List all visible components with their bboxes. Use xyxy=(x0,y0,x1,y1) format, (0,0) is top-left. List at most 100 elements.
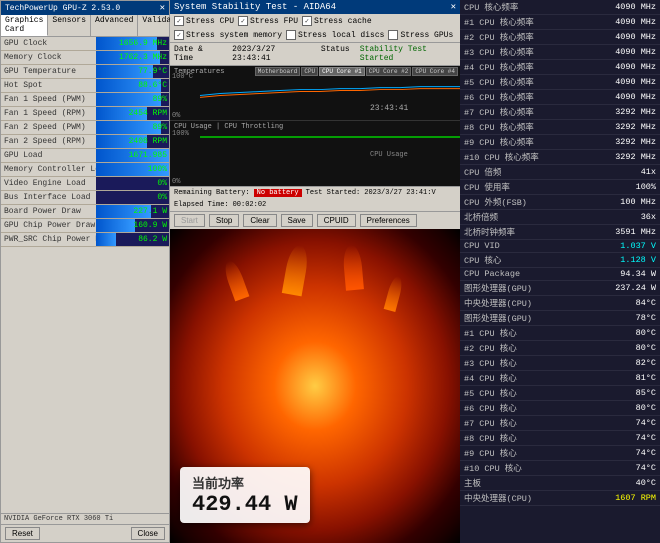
gpu-row-bar: 227.1 W xyxy=(96,205,169,218)
action-buttons: Start Stop Clear Save CPUID Preferences xyxy=(170,211,460,229)
tab-sensors[interactable]: Sensors xyxy=(48,15,91,36)
right-row-value: 100 MHz xyxy=(620,197,656,207)
gpu-row-bar: 2408 RPM xyxy=(96,135,169,148)
stress-checkbox[interactable] xyxy=(388,30,398,40)
right-row-value: 4090 MHz xyxy=(615,2,656,12)
right-info-row: 中央处理器(CPU) 1607 RPM xyxy=(460,491,660,506)
svg-text:0%: 0% xyxy=(172,178,181,186)
temp-tab-core1[interactable]: CPU Core #1 xyxy=(319,67,365,76)
stress-checkbox[interactable] xyxy=(174,16,184,26)
right-row-value: 4090 MHz xyxy=(615,62,656,72)
tab-advanced[interactable]: Advanced xyxy=(91,15,138,36)
right-row-value: 80°C xyxy=(636,403,656,413)
right-row-label: CPU VID xyxy=(464,241,500,251)
stress-label: Stress CPU xyxy=(186,17,234,26)
right-row-value: 74°C xyxy=(636,463,656,473)
fire-image-area: 当前功率 429.44 W xyxy=(170,229,460,543)
right-info-row: #5 CPU 核心频率 4090 MHz xyxy=(460,75,660,90)
gpu-row-bar: 0% xyxy=(96,191,169,204)
temp-tab-core2[interactable]: CPU Core #2 xyxy=(366,67,412,76)
gpu-row: Memory Controller Load 100% xyxy=(1,163,169,177)
gpu-row: Video Engine Load 0% xyxy=(1,177,169,191)
gpu-row: Memory Clock 1762.3 MHz xyxy=(1,51,169,65)
gpu-z-tabs: Graphics Card Sensors Advanced Validatio… xyxy=(1,15,169,37)
temp-tab-mb[interactable]: Motherboard xyxy=(255,67,301,76)
action-btn-cpuid[interactable]: CPUID xyxy=(317,214,356,227)
gpu-row-bar: 2454 RPM xyxy=(96,107,169,120)
stress-item: Stress CPU xyxy=(174,16,234,26)
right-row-value: 81°C xyxy=(636,373,656,383)
gpu-row: Fan 1 Speed (RPM) 2454 RPM xyxy=(1,107,169,121)
right-info-row: CPU VID 1.037 V xyxy=(460,240,660,253)
tab-graphics-card[interactable]: Graphics Card xyxy=(1,15,48,36)
gpu-row-bar: 1671.985 xyxy=(96,149,169,162)
stress-label: Stress system memory xyxy=(186,31,282,40)
gpu-row-bar: 160.9 W xyxy=(96,219,169,232)
fire-background: 当前功率 429.44 W xyxy=(170,229,460,543)
right-info-row: #4 CPU 核心频率 4090 MHz xyxy=(460,60,660,75)
right-info-row: #10 CPU 核心 74°C xyxy=(460,461,660,476)
gpu-row-label: PWR_SRC Chip Power Draw xyxy=(1,234,96,245)
gpu-z-panel: TechPowerUp GPU-Z 2.53.0 ✕ Graphics Card… xyxy=(0,0,170,543)
gpu-row-bar: 89% xyxy=(96,93,169,106)
right-row-value: 3292 MHz xyxy=(615,137,656,147)
action-btn-preferences[interactable]: Preferences xyxy=(360,214,417,227)
svg-text:0%: 0% xyxy=(172,112,181,120)
cpu-usage-label: CPU Usage | CPU Throttling xyxy=(174,123,283,131)
stress-checkbox[interactable] xyxy=(286,30,296,40)
gpu-bar-fill xyxy=(96,93,161,106)
right-info-row: #3 CPU 核心频率 4090 MHz xyxy=(460,45,660,60)
right-row-value: 74°C xyxy=(636,433,656,443)
gpu-row-value: 100% xyxy=(148,163,167,176)
gpu-row-bar: 1656.9 MHz xyxy=(96,37,169,50)
right-row-value: 40°C xyxy=(636,478,656,488)
right-info-row: 图形处理器(GPU) 78°C xyxy=(460,311,660,326)
svg-text:CPU Usage: CPU Usage xyxy=(370,151,408,159)
action-btn-start[interactable]: Start xyxy=(174,214,205,227)
stress-label: Stress FPU xyxy=(250,17,298,26)
temp-tab-cpu[interactable]: CPU xyxy=(301,67,318,76)
close-button[interactable]: Close xyxy=(131,527,165,540)
close-stability-icon[interactable]: ✕ xyxy=(451,2,456,12)
stress-checkbox[interactable] xyxy=(238,16,248,26)
right-row-label: CPU 使用率 xyxy=(464,181,510,193)
temp-graph-label: Temperatures xyxy=(174,68,224,76)
gpu-row-label: Fan 2 Speed (RPM) xyxy=(1,136,96,147)
temp-tab-core4[interactable]: CPU Core #4 xyxy=(412,67,458,76)
right-info-row: 主板 40°C xyxy=(460,476,660,491)
right-info-row: CPU 外频(FSB) 100 MHz xyxy=(460,195,660,210)
right-row-value: 4090 MHz xyxy=(615,32,656,42)
right-row-label: #2 CPU 核心 xyxy=(464,342,517,354)
gpu-row: Fan 2 Speed (RPM) 2408 RPM xyxy=(1,135,169,149)
right-info-row: #6 CPU 核心频率 4090 MHz xyxy=(460,90,660,105)
gpu-row-value: 89% xyxy=(153,93,167,106)
action-btn-save[interactable]: Save xyxy=(281,214,313,227)
gpu-row-label: Memory Clock xyxy=(1,52,96,63)
stress-checkbox[interactable] xyxy=(174,30,184,40)
right-row-label: #8 CPU 核心 xyxy=(464,432,517,444)
right-row-value: 74°C xyxy=(636,418,656,428)
fire-tendril-4 xyxy=(383,275,404,312)
action-btn-stop[interactable]: Stop xyxy=(209,214,239,227)
right-row-label: CPU 核心频率 xyxy=(464,1,518,13)
right-info-row: #3 CPU 核心 82°C xyxy=(460,356,660,371)
gpu-z-title-text: TechPowerUp GPU-Z 2.53.0 xyxy=(5,4,120,13)
stress-checkbox[interactable] xyxy=(302,16,312,26)
gpu-row-value: 0% xyxy=(157,177,167,190)
gpu-row-label: Video Engine Load xyxy=(1,178,96,189)
action-btn-clear[interactable]: Clear xyxy=(243,214,276,227)
gpu-row-value: 77.9°C xyxy=(138,65,167,78)
reset-button[interactable]: Reset xyxy=(5,527,40,540)
right-row-label: #9 CPU 核心频率 xyxy=(464,136,534,148)
power-overlay: 当前功率 429.44 W xyxy=(180,467,310,523)
temp-graph-tabs: Motherboard CPU CPU Core #1 CPU Core #2 … xyxy=(255,67,458,76)
stress-label: Stress cache xyxy=(314,17,372,26)
gpu-row-value: 2408 RPM xyxy=(129,135,167,148)
right-info-row: #4 CPU 核心 81°C xyxy=(460,371,660,386)
right-info-row: #7 CPU 核心频率 3292 MHz xyxy=(460,105,660,120)
right-row-label: 中央处理器(CPU) xyxy=(464,297,532,309)
close-icon[interactable]: ✕ xyxy=(160,3,165,13)
right-row-label: #7 CPU 核心 xyxy=(464,417,517,429)
gpu-row-label: Memory Controller Load xyxy=(1,164,96,175)
right-row-label: #4 CPU 核心 xyxy=(464,372,517,384)
